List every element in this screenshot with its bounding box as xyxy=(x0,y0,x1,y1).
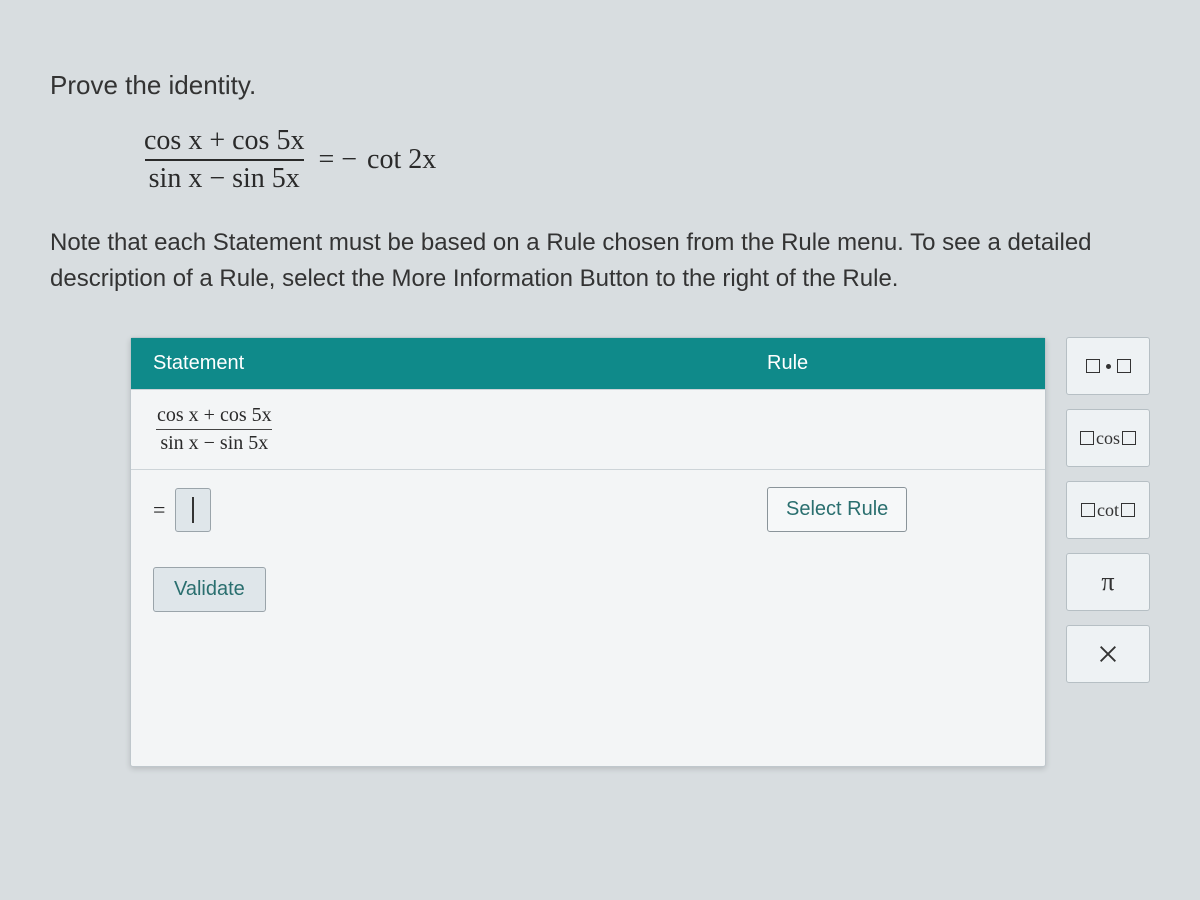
cot-label: cot xyxy=(1097,500,1119,521)
cos-label: cos xyxy=(1096,428,1120,449)
tool-pi[interactable]: π xyxy=(1066,553,1150,611)
tool-cot[interactable]: cot xyxy=(1066,481,1150,539)
validate-button[interactable]: Validate xyxy=(153,567,266,612)
header-rule: Rule xyxy=(745,338,1045,389)
identity-rhs: cot 2x xyxy=(367,144,436,176)
proof-table-header: Statement Rule xyxy=(131,338,1045,389)
proof-row-2: = Select Rule xyxy=(131,469,1045,549)
pi-label: π xyxy=(1101,567,1114,597)
placeholder-box-icon xyxy=(1080,431,1094,445)
placeholder-box-icon xyxy=(1117,359,1131,373)
identity-lhs-fraction: cos x + cos 5x sin x − sin 5x xyxy=(140,125,308,195)
placeholder-box-icon xyxy=(1122,431,1136,445)
instruction-note: Note that each Statement must be based o… xyxy=(50,225,1150,297)
tool-box-dot-box[interactable] xyxy=(1066,337,1150,395)
identity-lhs-numerator: cos x + cos 5x xyxy=(140,125,308,159)
row1-statement: cos x + cos 5x sin x − sin 5x xyxy=(131,390,745,469)
proof-table: Statement Rule cos x + cos 5x sin x − si… xyxy=(130,337,1046,767)
select-rule-button[interactable]: Select Rule xyxy=(767,487,907,532)
row2-equals: = xyxy=(153,497,165,523)
tool-clear[interactable] xyxy=(1066,625,1150,683)
close-icon xyxy=(1097,643,1119,665)
row1-rule xyxy=(745,390,1045,469)
tool-cos[interactable]: cos xyxy=(1066,409,1150,467)
placeholder-box-icon xyxy=(1121,503,1135,517)
symbol-toolbox: cos cot π xyxy=(1066,337,1150,767)
dot-icon xyxy=(1106,364,1111,369)
identity-expression: cos x + cos 5x sin x − sin 5x = − cot 2x xyxy=(140,125,1150,195)
identity-lhs-denominator: sin x − sin 5x xyxy=(145,159,304,195)
row1-denominator: sin x − sin 5x xyxy=(156,429,272,455)
header-statement: Statement xyxy=(131,338,745,389)
proof-row-1: cos x + cos 5x sin x − sin 5x xyxy=(131,389,1045,469)
prompt-title: Prove the identity. xyxy=(50,70,1150,101)
placeholder-box-icon xyxy=(1086,359,1100,373)
placeholder-box-icon xyxy=(1081,503,1095,517)
expression-input[interactable] xyxy=(175,488,211,532)
text-cursor-icon xyxy=(192,497,194,523)
identity-equals: = − xyxy=(318,144,357,176)
row1-fraction: cos x + cos 5x sin x − sin 5x xyxy=(153,404,276,455)
row1-numerator: cos x + cos 5x xyxy=(153,404,276,429)
row2-statement[interactable]: = xyxy=(131,470,745,549)
